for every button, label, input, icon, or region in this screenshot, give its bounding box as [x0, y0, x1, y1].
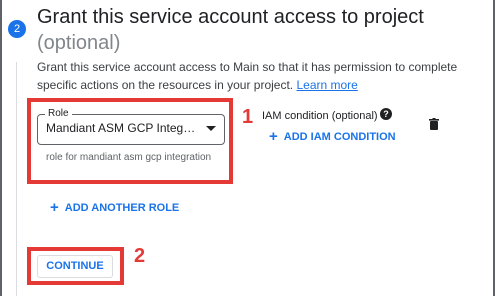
- trash-icon[interactable]: [429, 118, 439, 130]
- add-iam-condition-label: ADD IAM CONDITION: [283, 131, 396, 143]
- highlight-box-role: [27, 98, 233, 184]
- step-connector-line: [16, 62, 17, 296]
- highlight-box-continue: [27, 247, 124, 285]
- step-description: Grant this service account access to Mai…: [37, 58, 477, 94]
- add-iam-condition-button[interactable]: + ADD IAM CONDITION: [269, 128, 396, 145]
- step-number-badge: 2: [8, 20, 26, 38]
- description-text: Grant this service account access to Mai…: [37, 60, 458, 92]
- annotation-marker-2: 2: [134, 245, 146, 267]
- step-subtitle: (optional): [37, 32, 121, 54]
- add-another-role-label: ADD ANOTHER ROLE: [64, 202, 180, 214]
- iam-condition-label: IAM condition (optional): [262, 110, 378, 122]
- help-icon[interactable]: ?: [380, 108, 392, 120]
- plus-icon: +: [269, 128, 278, 145]
- plus-icon: +: [50, 199, 59, 216]
- step-title: Grant this service account access to pro…: [37, 6, 424, 28]
- annotation-marker-1: 1: [242, 106, 254, 128]
- add-another-role-button[interactable]: + ADD ANOTHER ROLE: [50, 199, 179, 216]
- frame-left-border: [0, 0, 2, 296]
- learn-more-link[interactable]: Learn more: [296, 78, 357, 92]
